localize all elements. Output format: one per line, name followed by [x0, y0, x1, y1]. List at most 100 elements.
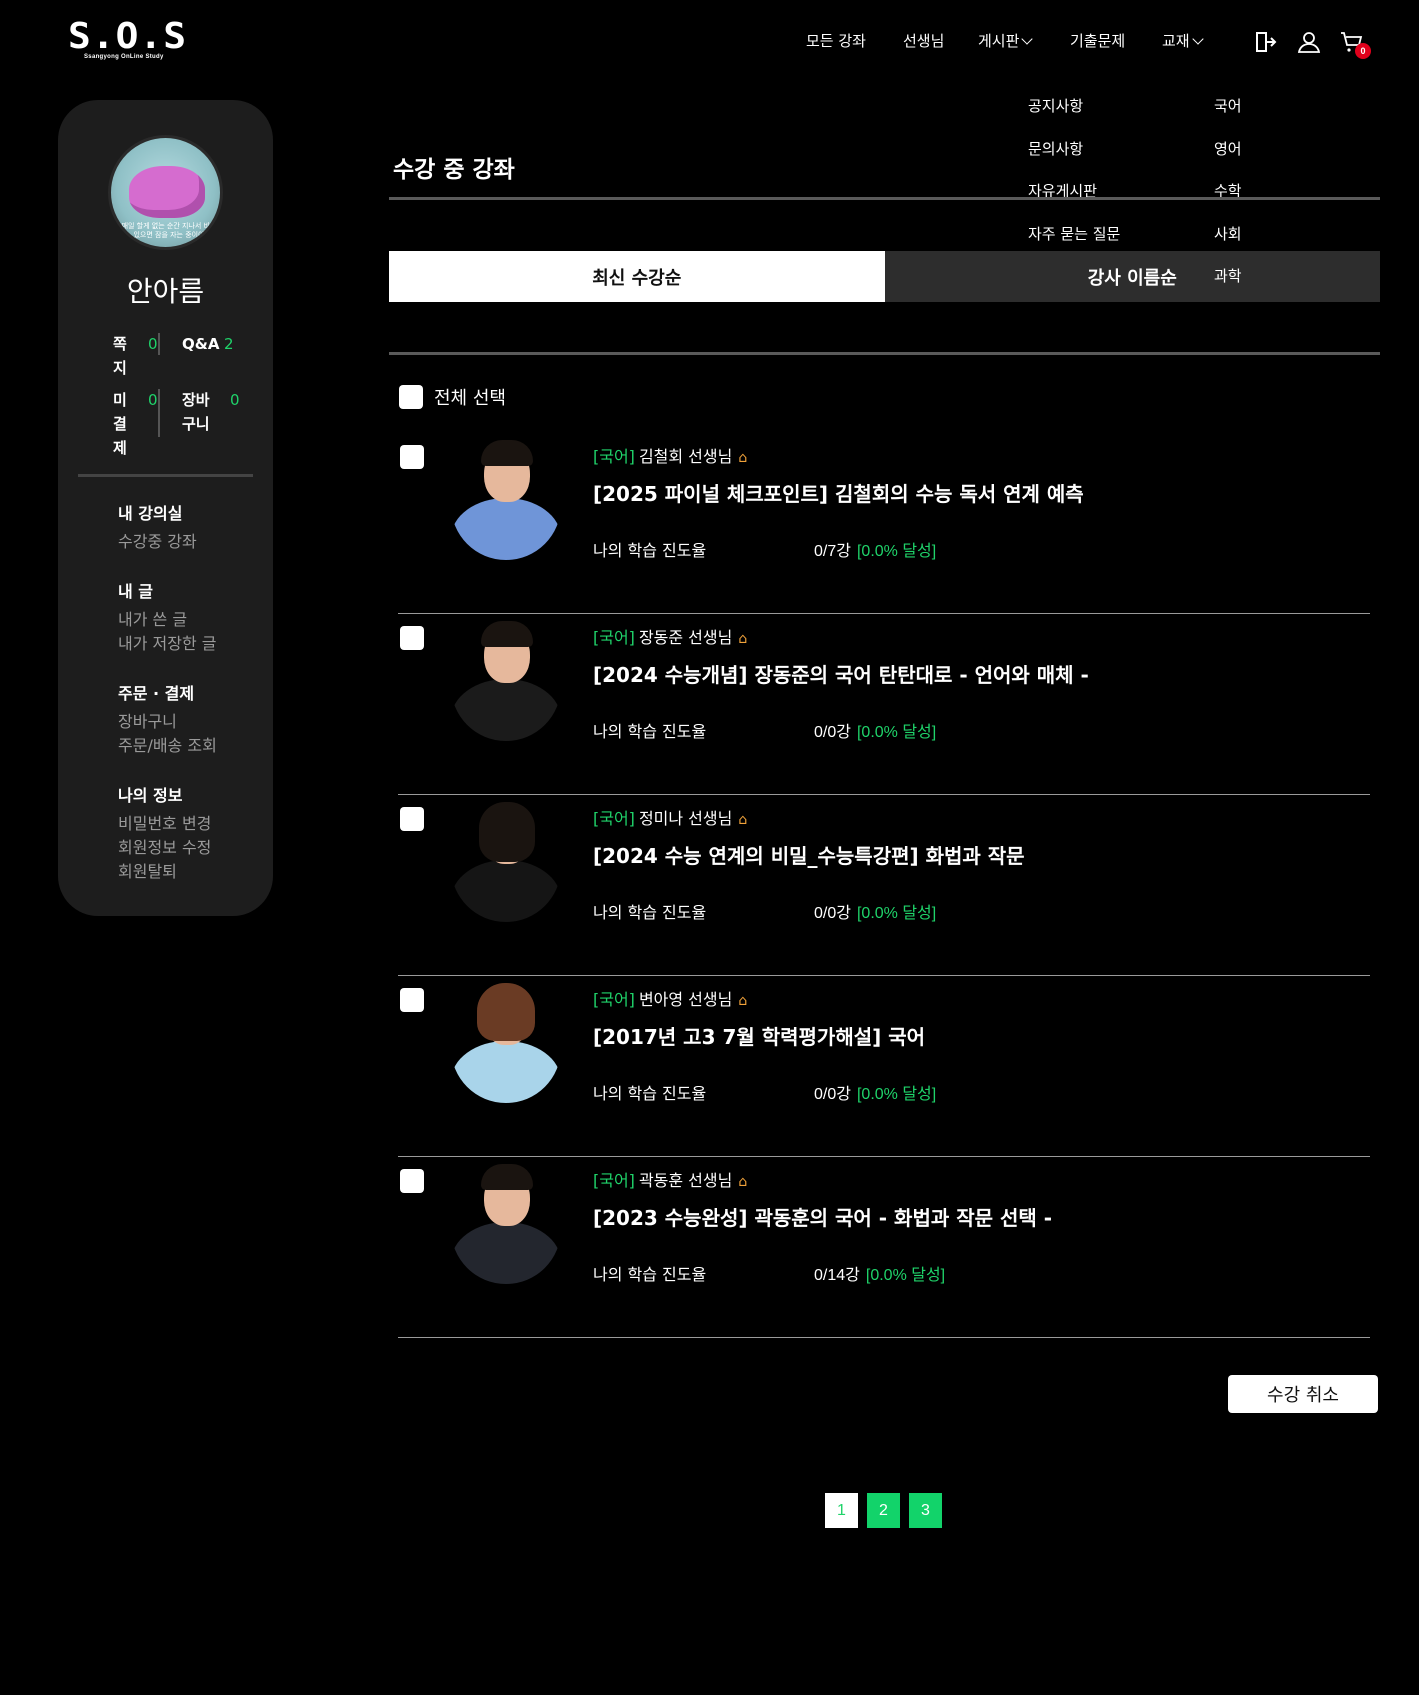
home-icon[interactable]: ⌂	[738, 450, 747, 466]
progress-label: 나의 학습 진도율	[593, 541, 707, 560]
stat-separator	[158, 389, 160, 437]
stat-messages-label[interactable]: 쪽 지	[113, 332, 127, 380]
site-logo[interactable]: S.O.S Ssangyong OnLine Study	[68, 18, 186, 66]
chevron-down-icon	[1191, 33, 1204, 45]
user-icon[interactable]	[1297, 30, 1321, 54]
course-checkbox[interactable]	[400, 1169, 424, 1193]
course-title[interactable]: [2017년 고3 7월 학력평가해설] 국어	[593, 1021, 925, 1050]
teacher-photo	[451, 802, 561, 922]
teacher-photo	[451, 621, 561, 741]
stat-separator	[158, 333, 160, 355]
course-row: [국어] 변아영 선생님 ⌂ [2017년 고3 7월 학력평가해설] 국어 나의 …	[389, 976, 1380, 1157]
progress-lectures: 0/0강	[814, 1086, 851, 1103]
sidebar-heading: 주문 · 결제	[118, 684, 195, 703]
sidebar-link-order-tracking[interactable]: 주문/배송 조회	[118, 734, 217, 758]
progress-count: 0/7강 [0.0% 달성]	[814, 537, 936, 561]
stat-qna-label[interactable]: Q&A	[182, 332, 219, 356]
progress-label: 나의 학습 진도율	[593, 722, 707, 741]
course-row: [국어] 장동준 선생님 ⌂ [2024 수능개념] 장동준의 국어 탄탄대로 - …	[389, 614, 1380, 795]
progress-label: 나의 학습 진도율	[593, 1265, 707, 1284]
progress-label: 나의 학습 진도율	[593, 1084, 707, 1103]
course-row: [국어] 김철회 선생님 ⌂ [2025 파이널 체크포인트] 김철회의 수능 독서…	[389, 433, 1380, 614]
course-teacher[interactable]: 김철회 선생님	[639, 447, 732, 466]
nav-board[interactable]: 게시판	[978, 30, 1034, 51]
course-meta: [국어] 변아영 선생님 ⌂	[593, 986, 747, 1010]
course-teacher[interactable]: 정미나 선생님	[639, 809, 732, 828]
course-title[interactable]: [2024 수능 연계의 비밀_수능특강편] 화법과 작문	[593, 840, 1025, 869]
cart-count-badge: 0	[1355, 43, 1371, 59]
progress-percent: [0.0% 달성]	[856, 905, 937, 922]
home-icon[interactable]: ⌂	[738, 993, 747, 1009]
select-all-label: 전체 선택	[434, 388, 506, 409]
stat-cart-label[interactable]: 장바 구니	[182, 388, 210, 436]
page-1-button[interactable]: 1	[825, 1493, 858, 1528]
sidebar-link-change-password[interactable]: 비밀번호 변경	[118, 812, 211, 836]
sidebar-section-myinfo: 나의 정보 비밀번호 변경 회원정보 수정 회원탈퇴	[118, 784, 211, 884]
sidebar-heading: 나의 정보	[118, 786, 183, 805]
board-menu-inquiry[interactable]: 문의사항	[1028, 138, 1083, 159]
books-menu-english[interactable]: 영어	[1214, 138, 1242, 159]
course-meta: [국어] 정미나 선생님 ⌂	[593, 805, 747, 829]
sidebar-heading: 내 글	[118, 582, 154, 601]
course-meta: [국어] 장동준 선생님 ⌂	[593, 624, 747, 648]
cancel-enrollment-button[interactable]: 수강 취소	[1228, 1375, 1378, 1413]
home-icon[interactable]: ⌂	[738, 631, 747, 647]
course-checkbox[interactable]	[400, 626, 424, 650]
course-title[interactable]: [2024 수능개념] 장동준의 국어 탄탄대로 - 언어와 매체 -	[593, 659, 1089, 688]
row-divider	[398, 1337, 1370, 1338]
select-all-checkbox[interactable]	[399, 385, 423, 409]
nav-teachers[interactable]: 선생님	[903, 30, 944, 51]
sidebar-divider	[78, 474, 253, 477]
page-3-button[interactable]: 3	[909, 1493, 942, 1528]
progress-count: 0/0강 [0.0% 달성]	[814, 899, 936, 923]
home-icon[interactable]: ⌂	[738, 1174, 747, 1190]
sidebar-link-cart[interactable]: 장바구니	[118, 710, 217, 734]
progress-lectures: 0/14강	[814, 1267, 860, 1284]
course-teacher[interactable]: 장동준 선생님	[639, 628, 732, 647]
nav-board-label: 게시판	[978, 32, 1020, 50]
sidebar-section-orders: 주문 · 결제 장바구니 주문/배송 조회	[118, 682, 217, 758]
avatar-caption: 매일 할게 없는 순간 지나서 비어있으면 잠을 자는 중이야	[121, 222, 217, 239]
course-title[interactable]: [2025 파이널 체크포인트] 김철회의 수능 독서 연계 예측	[593, 478, 1084, 507]
sidebar-link-edit-profile[interactable]: 회원정보 수정	[118, 836, 211, 860]
teacher-photo	[451, 1164, 561, 1284]
stat-unpaid-value: 0	[148, 391, 158, 409]
course-checkbox[interactable]	[400, 445, 424, 469]
board-menu-faq[interactable]: 자주 묻는 질문	[1028, 223, 1120, 244]
sidebar-link-withdraw[interactable]: 회원탈퇴	[118, 860, 211, 884]
stat-unpaid-label[interactable]: 미 결 제	[113, 388, 127, 460]
course-subject: [국어]	[593, 1171, 635, 1190]
sidebar-link-enrolled-courses[interactable]: 수강중 강좌	[118, 530, 197, 554]
progress-percent: [0.0% 달성]	[865, 1267, 946, 1284]
course-subject: [국어]	[593, 809, 635, 828]
teacher-photo	[451, 983, 561, 1103]
course-subject: [국어]	[593, 990, 635, 1009]
books-menu-korean[interactable]: 국어	[1214, 95, 1242, 116]
course-title[interactable]: [2023 수능완성] 곽동훈의 국어 - 화법과 작문 선택 -	[593, 1202, 1052, 1231]
board-menu-notice[interactable]: 공지사항	[1028, 95, 1083, 116]
progress-lectures: 0/7강	[814, 543, 851, 560]
nav-past-exams[interactable]: 기출문제	[1070, 30, 1125, 51]
progress-count: 0/14강 [0.0% 달성]	[814, 1261, 945, 1285]
nav-all-courses[interactable]: 모든 강좌	[806, 30, 866, 51]
course-checkbox[interactable]	[400, 988, 424, 1012]
stat-qna-value: 2	[224, 335, 234, 353]
page-2-button[interactable]: 2	[867, 1493, 900, 1528]
sidebar-link-my-posts[interactable]: 내가 쓴 글	[118, 608, 217, 632]
user-name: 안아름	[126, 275, 205, 308]
course-teacher[interactable]: 곽동훈 선생님	[639, 1171, 732, 1190]
tab-recent-enrollment[interactable]: 최신 수강순	[389, 251, 885, 302]
course-checkbox[interactable]	[400, 807, 424, 831]
home-icon[interactable]: ⌂	[738, 812, 747, 828]
teacher-photo	[451, 440, 561, 560]
tab-teacher-name[interactable]: 강사 이름순	[884, 251, 1380, 302]
page-title: 수강 중 강좌	[393, 157, 515, 183]
logout-icon[interactable]	[1253, 30, 1277, 54]
course-row: [국어] 정미나 선생님 ⌂ [2024 수능 연계의 비밀_수능특강편] 화법과 …	[389, 795, 1380, 976]
nav-books[interactable]: 교재	[1162, 30, 1204, 51]
sidebar-link-saved-posts[interactable]: 내가 저장한 글	[118, 632, 217, 656]
books-menu-science[interactable]: 과학	[1214, 265, 1242, 286]
books-menu-social[interactable]: 사회	[1214, 223, 1242, 244]
course-teacher[interactable]: 변아영 선생님	[639, 990, 732, 1009]
course-subject: [국어]	[593, 447, 635, 466]
